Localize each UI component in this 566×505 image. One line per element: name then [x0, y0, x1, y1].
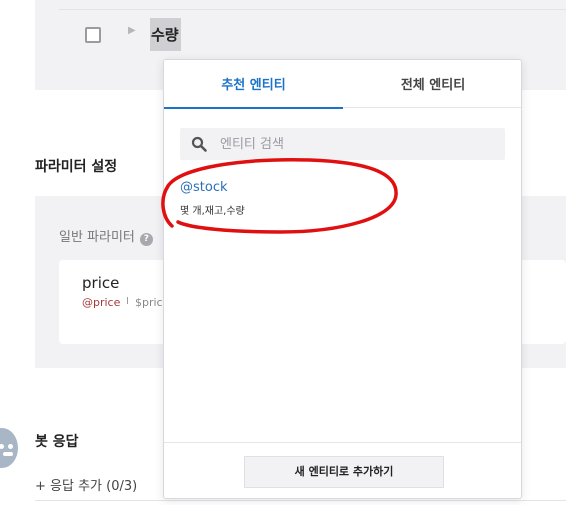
entity-list-item[interactable]: @stock 몇 개,재고,수량 [180, 178, 380, 222]
search-icon [191, 136, 207, 152]
entity-chip[interactable]: 수량 [150, 18, 181, 51]
popup-footer: 새 엔티티로 추가하기 [164, 442, 521, 500]
help-icon[interactable]: ? [139, 233, 153, 246]
tab-recommended-entities[interactable]: 추천 엔티티 [164, 60, 343, 109]
table-row: ▶ 수량 [59, 9, 566, 59]
bot-section-title: 봇 응답 [35, 434, 79, 450]
add-response-link[interactable]: + 응답 추가 (0/3) [35, 475, 137, 494]
response-input-edge [35, 500, 566, 505]
general-param-label: 일반 파라미터? [59, 226, 153, 246]
bot-eye-left [0, 444, 4, 449]
entity-synonyms: 몇 개,재고,수량 [180, 206, 245, 217]
entity-search-input[interactable] [220, 128, 500, 160]
bot-avatar-icon [0, 428, 18, 468]
bot-mouth [3, 452, 13, 456]
param-entity: @price [82, 296, 121, 309]
entity-search-box [180, 128, 505, 160]
param-name: price [82, 274, 120, 292]
popup-tabs: 추천 엔티티 전체 엔티티 [164, 60, 523, 109]
general-param-label-text: 일반 파라미터 [59, 230, 135, 245]
entity-popup: 추천 엔티티 전체 엔티티 @stock 몇 개,재고,수량 새 엔티티로 추가… [163, 59, 522, 499]
param-separator: I [126, 296, 129, 307]
row-checkbox[interactable] [85, 27, 101, 43]
bot-eye-right [8, 444, 13, 449]
tab-all-entities[interactable]: 전체 엔티티 [343, 60, 523, 108]
param-section-title: 파라미터 설정 [35, 159, 118, 175]
param-value: $pric [135, 296, 163, 309]
add-new-entity-button[interactable]: 새 엔티티로 추가하기 [244, 456, 444, 488]
entity-name: @stock [180, 180, 228, 195]
caret-right-icon[interactable]: ▶ [128, 25, 136, 36]
